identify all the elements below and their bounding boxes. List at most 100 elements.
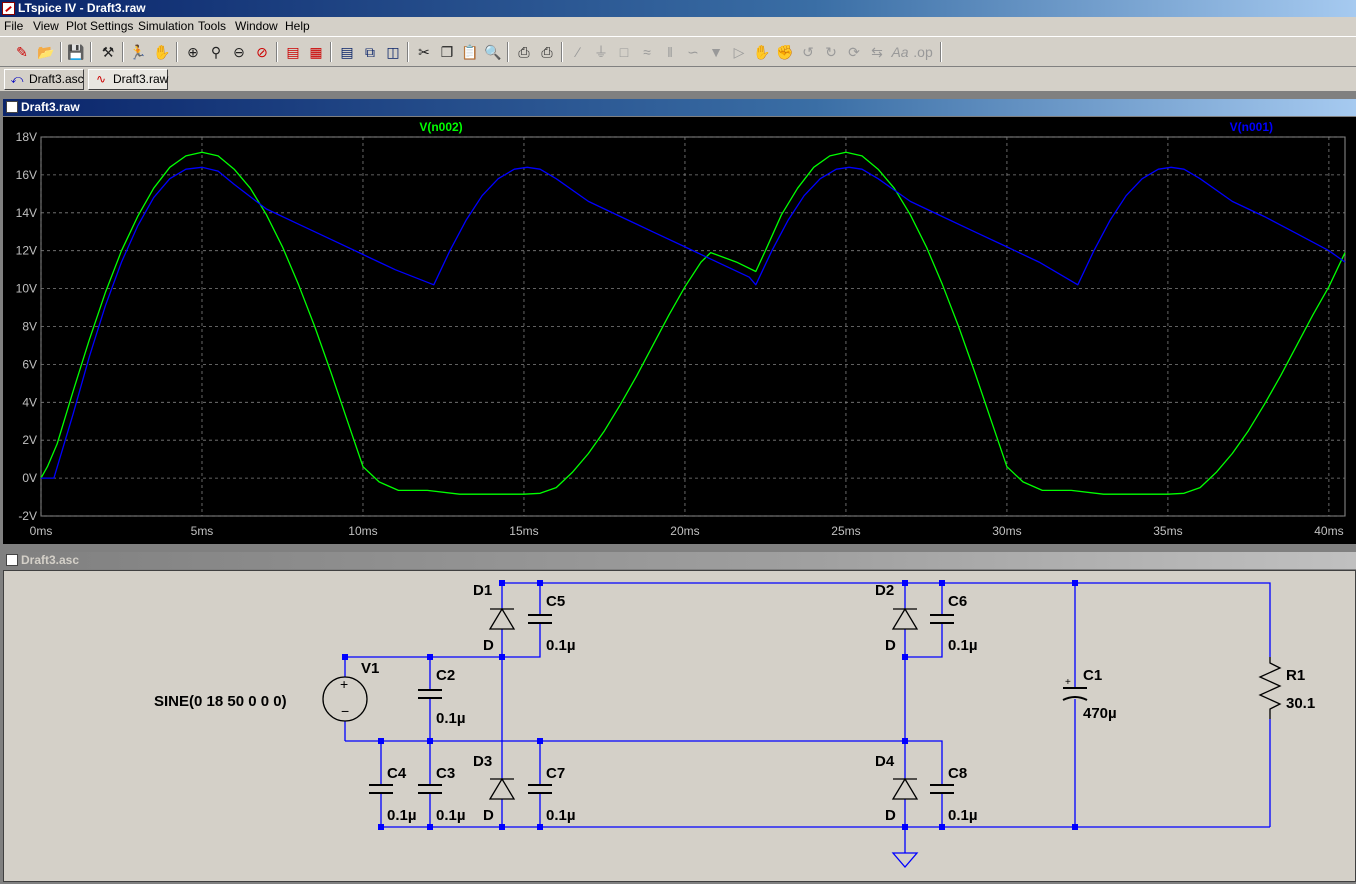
save-icon[interactable]: 💾 bbox=[66, 42, 86, 62]
trace-vn002[interactable] bbox=[40, 151, 1346, 495]
c3-value-label[interactable]: 0.1µ bbox=[436, 807, 466, 824]
menu-simulation[interactable]: Simulation bbox=[138, 19, 194, 33]
x-tick-label: 25ms bbox=[831, 524, 860, 538]
c2-ref-label[interactable]: C2 bbox=[436, 667, 455, 684]
v1-value-label[interactable]: SINE(0 18 50 0 0 0) bbox=[154, 693, 287, 710]
d4-ref-label[interactable]: D4 bbox=[875, 753, 895, 770]
tile-vertical-icon[interactable]: ◫ bbox=[383, 42, 403, 62]
y-tick-label: 0V bbox=[22, 471, 37, 485]
d3-ref-label[interactable]: D3 bbox=[473, 753, 492, 770]
voltage-source-symbol[interactable]: + − bbox=[322, 676, 368, 722]
open-icon[interactable]: 📂 bbox=[36, 42, 56, 62]
control-panel-icon[interactable]: ⚒ bbox=[98, 42, 118, 62]
waveform-plot-pane[interactable]: 18V 16V 14V 12V 10V 8V 6V 4V 2V 0V -2V 0ms 5ms 10ms 15… bbox=[3, 117, 1356, 544]
mirror-icon[interactable]: ⇆ bbox=[867, 42, 887, 62]
trace-vn001[interactable] bbox=[41, 166, 1346, 479]
menu-help[interactable]: Help bbox=[285, 19, 310, 33]
zoom-fit-icon[interactable]: ⊖ bbox=[229, 42, 249, 62]
capacitor-icon[interactable]: ‖ bbox=[660, 42, 680, 62]
menu-view[interactable]: View bbox=[33, 19, 59, 33]
c7-value-label[interactable]: 0.1µ bbox=[546, 807, 576, 824]
c2-value-label[interactable]: 0.1µ bbox=[436, 710, 466, 727]
c1-ref-label[interactable]: C1 bbox=[1083, 667, 1102, 684]
c6-ref-label[interactable]: C6 bbox=[948, 593, 967, 610]
new-schematic-icon[interactable]: ✎ bbox=[12, 42, 32, 62]
paste-icon[interactable]: 📋 bbox=[460, 42, 480, 62]
cascade-icon[interactable]: ⧉ bbox=[360, 42, 380, 62]
halt-icon[interactable]: ✋ bbox=[152, 42, 172, 62]
find-icon[interactable]: 🔍 bbox=[483, 42, 503, 62]
svg-text:+: + bbox=[1065, 677, 1071, 688]
c4-ref-label[interactable]: C4 bbox=[387, 765, 407, 782]
ground-icon[interactable]: ⏚ bbox=[591, 42, 611, 62]
c5-value-label[interactable]: 0.1µ bbox=[546, 637, 576, 654]
spice-directive-icon[interactable]: .op bbox=[913, 42, 933, 62]
print-preview-icon[interactable]: ⎙ bbox=[514, 42, 534, 62]
schematic-editor-pane[interactable]: + − + SINE(0 18 50 0 0 0) V1 D1 D D2 D D… bbox=[3, 570, 1356, 882]
c8-ref-label[interactable]: C8 bbox=[948, 765, 967, 782]
title-bar: LTspice IV - Draft3.raw bbox=[0, 0, 1356, 17]
plot-legend[interactable]: V(n002) V(n001) bbox=[419, 120, 1273, 134]
legend-label[interactable]: V(n001) bbox=[1230, 120, 1273, 134]
ground-symbol[interactable] bbox=[891, 852, 919, 868]
y-tick-label: 12V bbox=[16, 244, 37, 258]
d2-model-label[interactable]: D bbox=[885, 637, 896, 654]
legend-label[interactable]: V(n002) bbox=[419, 120, 462, 134]
inductor-icon[interactable]: ∽ bbox=[683, 42, 703, 62]
c6-value-label[interactable]: 0.1µ bbox=[948, 637, 978, 654]
drag-icon[interactable]: ✊ bbox=[775, 42, 795, 62]
r1-value-label[interactable]: 30.1 bbox=[1286, 695, 1315, 712]
draw-wire-icon[interactable]: ∕ bbox=[568, 42, 588, 62]
d2-ref-label[interactable]: D2 bbox=[875, 582, 894, 599]
cut-icon[interactable]: ✂ bbox=[414, 42, 434, 62]
d3-model-label[interactable]: D bbox=[483, 807, 494, 824]
resistor-icon[interactable]: ≈ bbox=[637, 42, 657, 62]
run-icon[interactable]: 🏃 bbox=[128, 42, 148, 62]
plot-frame bbox=[40, 136, 1346, 517]
menu-tools[interactable]: Tools bbox=[198, 19, 226, 33]
redo-icon[interactable]: ↻ bbox=[821, 42, 841, 62]
schematic-window-titlebar[interactable]: Draft3.asc bbox=[3, 552, 1356, 569]
print-icon[interactable]: ⎙ bbox=[537, 42, 557, 62]
c3-ref-label[interactable]: C3 bbox=[436, 765, 455, 782]
zoom-out-icon[interactable]: ⚲ bbox=[206, 42, 226, 62]
r1-ref-label[interactable]: R1 bbox=[1286, 667, 1305, 684]
d1-ref-label[interactable]: D1 bbox=[473, 582, 492, 599]
v1-ref-label[interactable]: V1 bbox=[361, 660, 379, 677]
tile-horizontal-icon[interactable]: ▤ bbox=[337, 42, 357, 62]
c8-value-label[interactable]: 0.1µ bbox=[948, 807, 978, 824]
plot-settings-icon[interactable]: ▦ bbox=[306, 42, 326, 62]
d1-model-label[interactable]: D bbox=[483, 637, 494, 654]
schematic-icon bbox=[6, 554, 18, 566]
svg-text:−: − bbox=[341, 703, 349, 719]
menu-plot-settings[interactable]: Plot Settings bbox=[66, 19, 133, 33]
copy-icon[interactable]: ❐ bbox=[437, 42, 457, 62]
menu-file[interactable]: File bbox=[4, 19, 23, 33]
move-icon[interactable]: ✋ bbox=[752, 42, 772, 62]
zoom-in-icon[interactable]: ⊕ bbox=[183, 42, 203, 62]
toolbar-separator bbox=[407, 42, 409, 62]
c7-ref-label[interactable]: C7 bbox=[546, 765, 565, 782]
autorange-icon[interactable]: ▤ bbox=[283, 42, 303, 62]
component-icon[interactable]: ▷ bbox=[729, 42, 749, 62]
d4-model-label[interactable]: D bbox=[885, 807, 896, 824]
diode-icon[interactable]: ▼ bbox=[706, 42, 726, 62]
c4-value-label[interactable]: 0.1µ bbox=[387, 807, 417, 824]
resistor-symbol[interactable] bbox=[1258, 657, 1282, 719]
tab-draft3-asc[interactable]: ⤺ Draft3.asc bbox=[4, 69, 84, 90]
toolbar: ✎ 📂 💾 ⚒ 🏃 ✋ ⊕ ⚲ ⊖ ⊘ ▤ ▦ ▤ ⧉ ◫ ✂ ❐ 📋 🔍 ⎙ … bbox=[0, 36, 1356, 67]
rotate-icon[interactable]: ⟳ bbox=[844, 42, 864, 62]
label-net-icon[interactable]: □ bbox=[614, 42, 634, 62]
plot-window-titlebar[interactable]: Draft3.raw bbox=[3, 99, 1356, 116]
menu-window[interactable]: Window bbox=[235, 19, 278, 33]
y-tick-label: 14V bbox=[16, 206, 37, 220]
c1-value-label[interactable]: 470µ bbox=[1083, 705, 1117, 722]
c5-ref-label[interactable]: C5 bbox=[546, 593, 565, 610]
schematic-canvas[interactable]: + − + SINE(0 18 50 0 0 0) V1 D1 D D2 D D… bbox=[4, 571, 1355, 881]
ltspice-app-icon[interactable] bbox=[2, 2, 15, 15]
cancel-zoom-icon[interactable]: ⊘ bbox=[252, 42, 272, 62]
undo-icon[interactable]: ↺ bbox=[798, 42, 818, 62]
text-icon[interactable]: Aa bbox=[890, 42, 910, 62]
tab-draft3-raw[interactable]: ∿ Draft3.raw bbox=[88, 69, 168, 90]
waveform-chart[interactable]: 18V 16V 14V 12V 10V 8V 6V 4V 2V 0V -2V0ms 5ms 10ms 15… bbox=[3, 117, 1356, 544]
